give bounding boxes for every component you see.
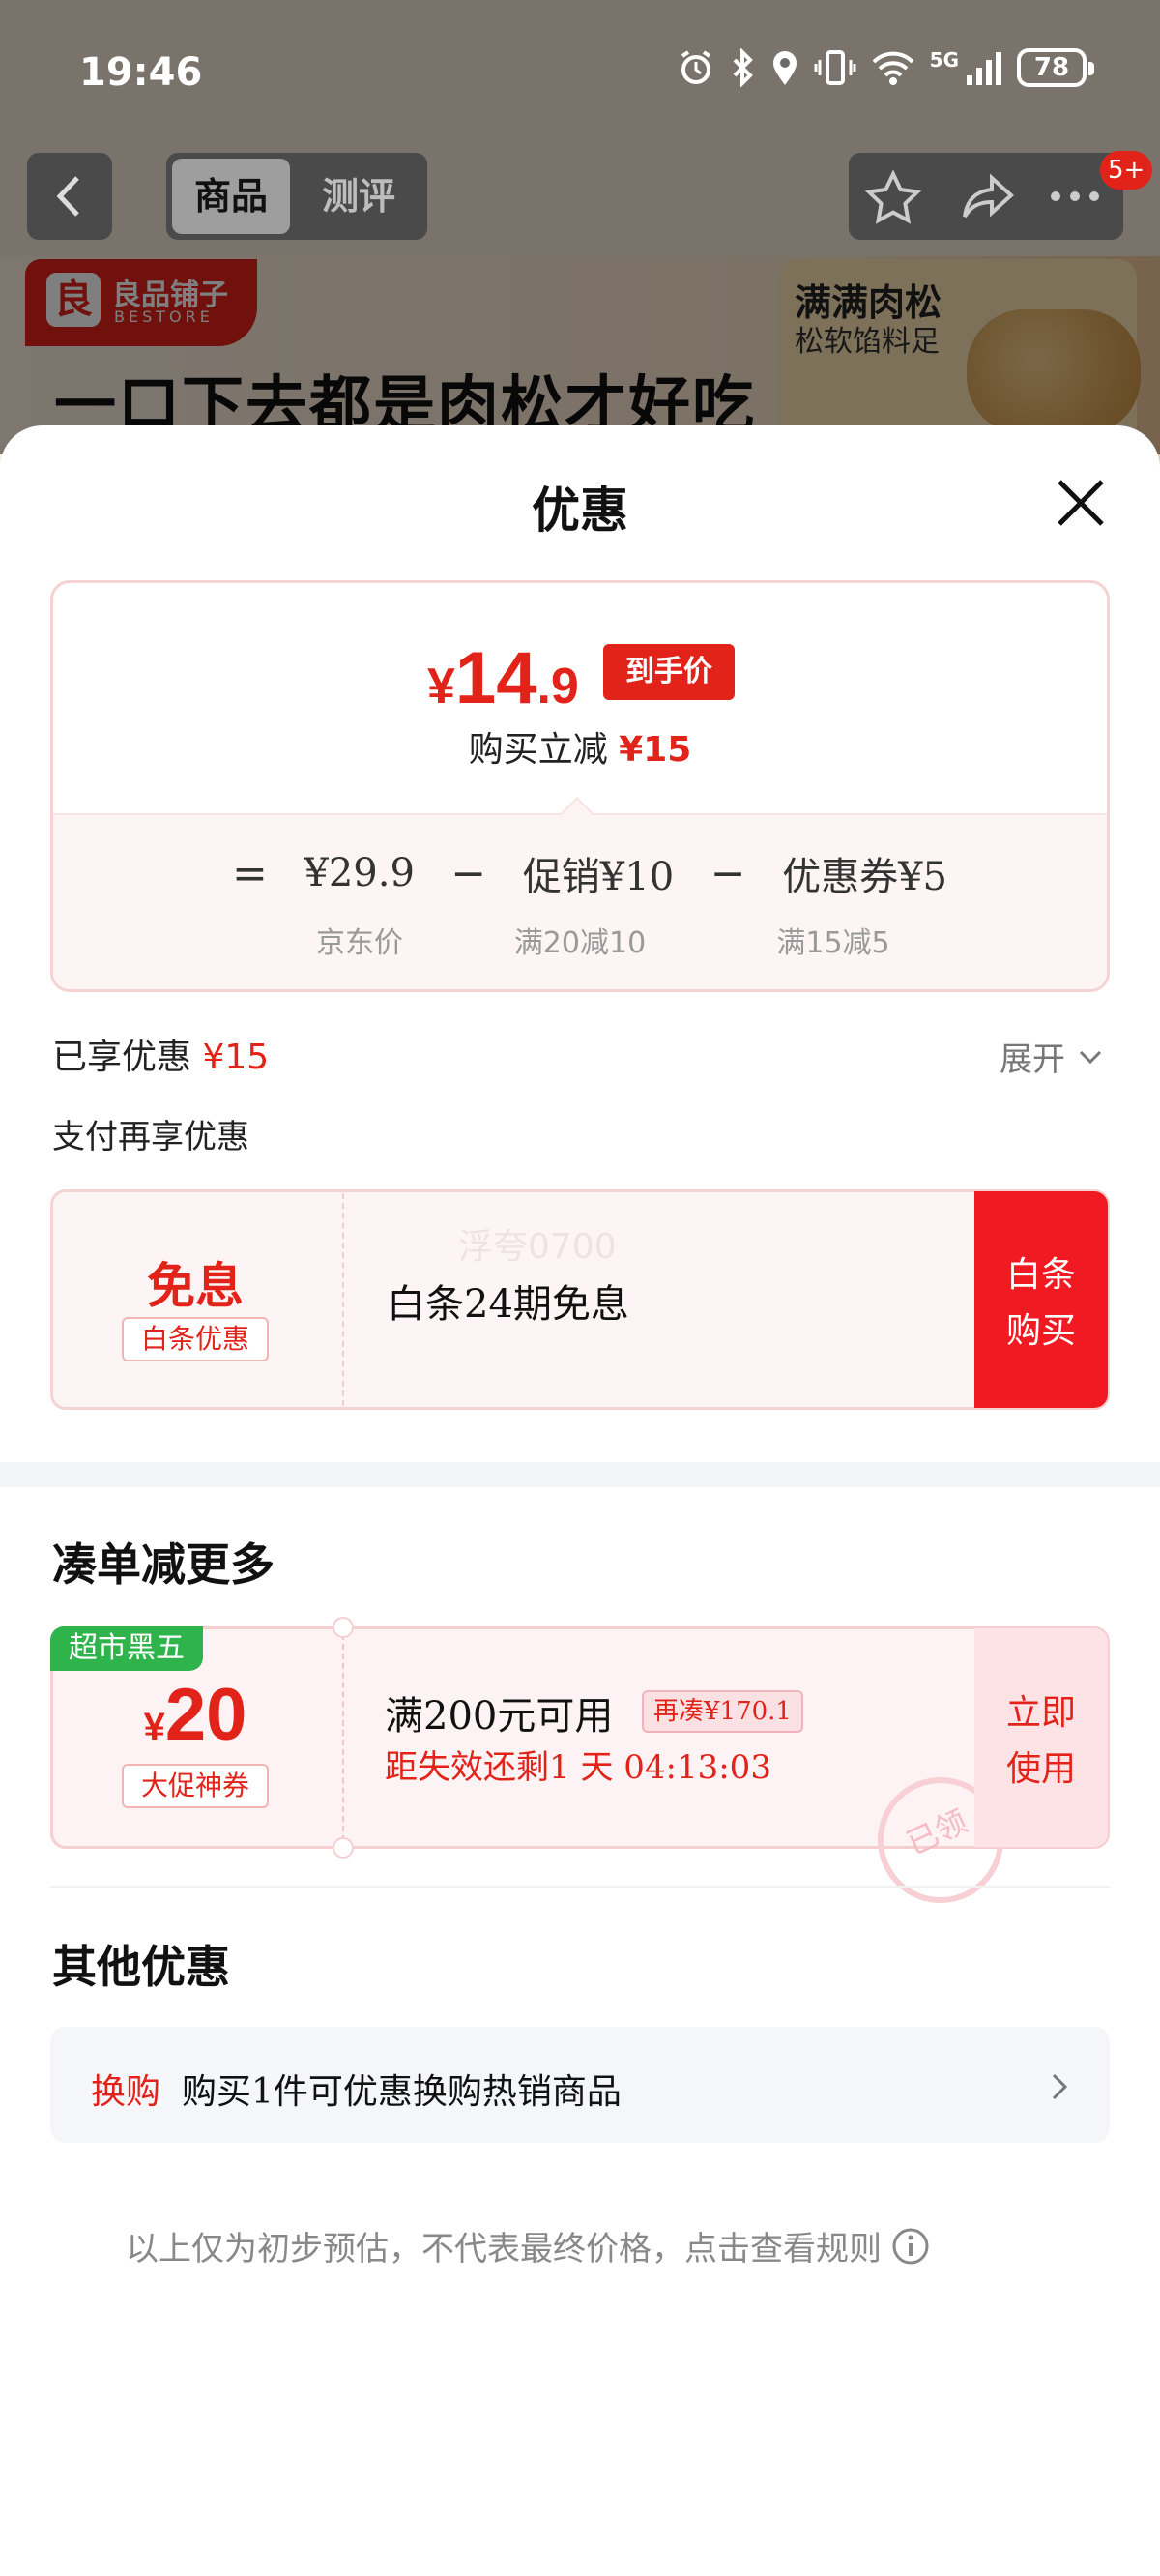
baitiao-buy-button[interactable]: 白条 购买 (974, 1191, 1108, 1408)
vibrate-icon (814, 50, 856, 85)
use-coupon-button[interactable]: 立即 使用 (974, 1628, 1108, 1847)
use-btn-line2: 使用 (1005, 1749, 1076, 1789)
expand-button[interactable]: 展开 (1000, 1033, 1104, 1080)
coupon-value: 优惠券¥5 (782, 855, 947, 899)
tab-review[interactable]: 测评 (300, 159, 418, 234)
baitiao-tag: 白条优惠 (122, 1317, 269, 1361)
pay-more-heading: 支付再享优惠 (52, 1118, 249, 1156)
section-divider (0, 1462, 1160, 1487)
instant-discount: 购买立减 ¥15 (0, 721, 1160, 772)
battery-icon: 78 (1017, 48, 1094, 87)
back-button[interactable] (27, 153, 112, 240)
add-more-tag: 再凑¥170.1 (642, 1690, 803, 1733)
card-divider (342, 1193, 344, 1406)
instant-discount-label: 购买立减 (468, 730, 608, 770)
coupon-notch (333, 1617, 354, 1638)
location-icon (772, 51, 797, 85)
message-badge: 5+ (1100, 151, 1153, 190)
minus-sign: − (450, 848, 487, 898)
chevron-left-icon (56, 176, 79, 217)
network-label: 5G (929, 48, 959, 72)
baitiao-btn-line2: 购买 (1005, 1311, 1076, 1351)
enjoyed-amount: ¥15 (202, 1038, 270, 1077)
coupon-value: 20 (164, 1674, 247, 1756)
promo-note: 满20减10 (513, 926, 647, 960)
price-formula-area (53, 813, 1107, 989)
final-price-tag: 到手价 (603, 644, 735, 700)
disclaimer[interactable]: 以上仅为初步预估，不代表最终价格，点击查看规则 (126, 2222, 930, 2269)
chevron-down-icon (1079, 1050, 1102, 1064)
promo-value: 促销¥10 (522, 855, 675, 899)
interest-free-title: 免息 (147, 1257, 244, 1314)
bluetooth-icon (733, 48, 753, 87)
more-discount-title: 凑单减更多 (52, 1538, 275, 1591)
final-price: ¥14.9 (427, 636, 579, 720)
coupon-condition: 满200元可用 (385, 1694, 614, 1739)
expand-label: 展开 (1000, 1040, 1065, 1079)
other-discount-title: 其他优惠 (52, 1941, 230, 1993)
coupon-note: 满15减5 (776, 926, 890, 960)
close-icon[interactable] (1052, 474, 1110, 532)
status-time: 19:46 (79, 50, 203, 95)
baitiao-description: 白条24期免息 (387, 1282, 629, 1327)
coupon-tag: 大促神券 (122, 1764, 269, 1808)
price-formula: = ¥29.9 − 促销¥10 − 优惠券¥5 (232, 845, 947, 901)
sheet-title: 优惠 (532, 482, 628, 539)
use-btn-line1: 立即 (1005, 1693, 1076, 1733)
coupon-divider (342, 1634, 344, 1841)
enjoyed-discount: 已享优惠 ¥15 (52, 1029, 269, 1079)
equals-sign: = (232, 848, 268, 898)
jd-price-value: ¥29.9 (304, 851, 415, 895)
watermark: 浮夸0700 (458, 1227, 617, 1267)
coupon-badge: 超市黑五 (50, 1626, 203, 1671)
alarm-icon (681, 50, 710, 84)
instant-discount-amount: ¥15 (619, 730, 692, 770)
divider-line (50, 1886, 1110, 1888)
star-icon[interactable] (864, 170, 922, 224)
status-icons: 5G 78 (677, 48, 1094, 87)
trade-in-label: 换购 (91, 2072, 161, 2112)
coupon-amount: ¥20 (50, 1673, 340, 1757)
disclaimer-text: 以上仅为初步预估，不代表最终价格，点击查看规则 (126, 2230, 882, 2269)
minus-sign: − (710, 848, 746, 898)
baitiao-btn-line1: 白条 (1005, 1255, 1076, 1295)
final-price-integer: 14 (454, 637, 537, 719)
more-icon[interactable] (1046, 182, 1104, 211)
jd-price-note: 京东价 (316, 926, 403, 960)
enjoyed-label: 已享优惠 (52, 1038, 192, 1077)
tab-product[interactable]: 商品 (172, 159, 290, 234)
coupon-expire: 距失效还剩1 天 04:13:03 (385, 1748, 771, 1787)
coupon-currency: ¥ (143, 1706, 165, 1748)
share-icon[interactable] (959, 170, 1017, 224)
final-price-currency: ¥ (427, 659, 455, 715)
wifi-icon (872, 51, 914, 85)
chevron-right-icon (1052, 2073, 1068, 2100)
info-icon (892, 2228, 929, 2264)
signal-icon (967, 52, 1001, 85)
coupon-notch (333, 1837, 354, 1859)
trade-in-text: 购买1件可优惠换购热销商品 (182, 2072, 622, 2112)
final-price-decimal: .9 (536, 659, 579, 715)
